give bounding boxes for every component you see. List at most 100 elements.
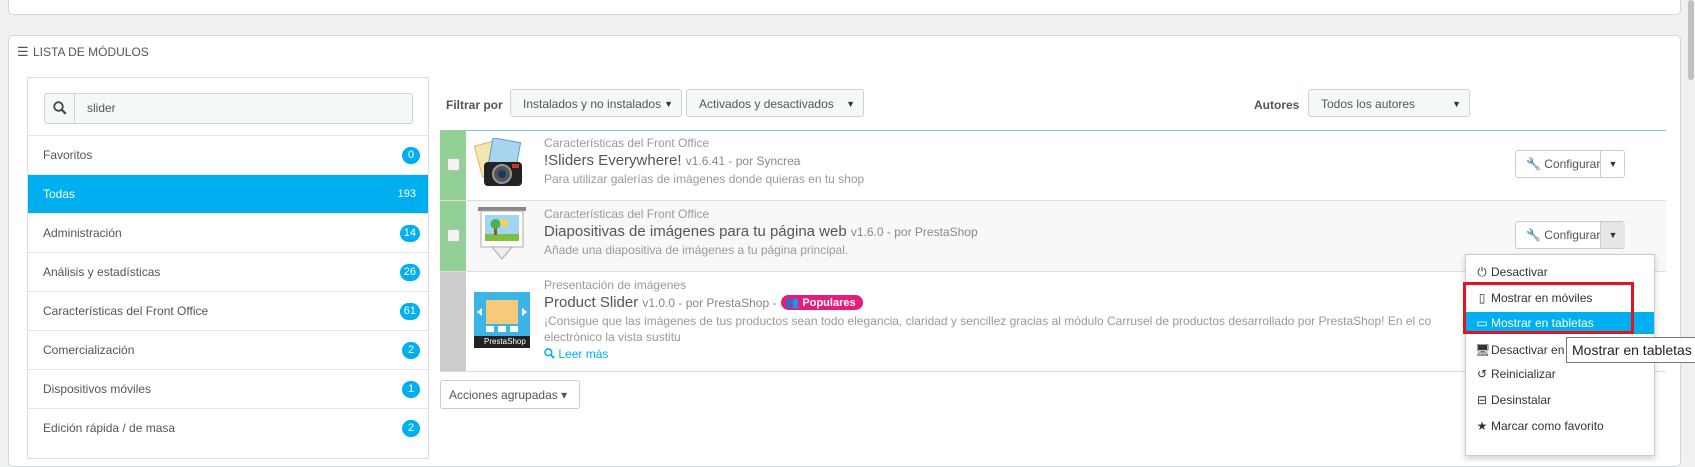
- menu-item-reinicializar[interactable]: ↺ Reinicializar: [1466, 363, 1654, 385]
- module-category: Características del Front Office: [544, 136, 710, 150]
- category-count-badge: 1: [402, 381, 420, 398]
- menu-item-desactivar[interactable]: ⏻ Desactivar: [1466, 261, 1654, 283]
- panel-heading: ☰ LISTA DE MÓDULOS: [17, 44, 149, 60]
- module-version: v1.0.0 - por PrestaShop -: [642, 296, 777, 310]
- module-name: !Sliders Everywhere!: [544, 152, 682, 169]
- search-input[interactable]: [85, 100, 389, 116]
- module-checkbox[interactable]: [447, 158, 460, 171]
- read-more-label: Leer más: [558, 347, 609, 361]
- install-filter-select[interactable]: Instalados y no instalados ▼: [510, 89, 682, 117]
- module-category: Características del Front Office: [544, 207, 710, 221]
- category-comercializacion[interactable]: Comercialización 2: [28, 330, 428, 369]
- status-stripe: [440, 272, 466, 371]
- menu-item-favorito[interactable]: ★ Marcar como favorito: [1466, 415, 1654, 437]
- module-version: v1.6.0 - por PrestaShop: [850, 225, 978, 239]
- configure-button-group: 🔧 Configurar ▼: [1515, 150, 1625, 178]
- panel-title: LISTA DE MÓDULOS: [33, 45, 149, 59]
- caret-down-icon: ▼: [846, 99, 855, 109]
- bulk-actions-button[interactable]: Acciones agrupadas ▾: [440, 380, 580, 409]
- popular-badge: 👥 Populares: [780, 295, 863, 310]
- slideshow-icon: [474, 205, 530, 266]
- category-label: Comercialización: [43, 343, 135, 357]
- install-filter-value: Instalados y no instalados: [523, 97, 662, 111]
- undo-icon: ↺: [1476, 367, 1488, 381]
- menu-item-label: Desinstalar: [1491, 393, 1552, 407]
- category-count-badge: 193: [397, 188, 416, 200]
- category-todas[interactable]: Todas 193: [28, 174, 428, 213]
- caret-down-icon: ▼: [664, 99, 673, 109]
- filter-label: Filtrar por: [446, 98, 503, 112]
- configure-dropdown-toggle[interactable]: ▼: [1600, 151, 1625, 177]
- search-box[interactable]: [44, 93, 413, 124]
- list-icon: ☰: [17, 44, 29, 59]
- menu-item-label: Reinicializar: [1491, 367, 1556, 381]
- highlight-annotation-box: [1463, 282, 1634, 334]
- category-label: Dispositivos móviles: [43, 382, 152, 396]
- module-category: Presentación de imágenes: [544, 278, 687, 292]
- category-favoritos[interactable]: Favoritos 0: [28, 135, 428, 174]
- category-label: Todas: [43, 187, 76, 201]
- category-list: Favoritos 0 Todas 193 Administración 14 Aná…: [28, 135, 428, 447]
- category-count-badge: 61: [399, 303, 420, 320]
- wrench-icon: 🔧: [1526, 157, 1541, 171]
- module-row: Características del Front Office !Slider…: [440, 130, 1666, 201]
- scrollbar-thumb[interactable]: [1688, 0, 1694, 80]
- category-count-badge: 2: [402, 342, 420, 359]
- menu-item-label: Marcar como favorito: [1491, 419, 1604, 433]
- product-slider-icon: PrestaShop: [474, 292, 530, 351]
- category-edicion-rapida[interactable]: Edición rápida / de masa 2: [28, 408, 428, 447]
- bulk-actions-label: Acciones agrupadas: [449, 388, 558, 402]
- sliders-everywhere-icon: [473, 137, 530, 195]
- module-name: Diapositivas de imágenes para tu página …: [544, 223, 847, 240]
- configure-button[interactable]: 🔧 Configurar: [1516, 222, 1610, 248]
- minus-square-icon: ⊟: [1476, 393, 1488, 407]
- category-label: Edición rápida / de masa: [43, 421, 176, 435]
- category-moviles[interactable]: Dispositivos móviles 1: [28, 369, 428, 408]
- category-administracion[interactable]: Administración 14: [28, 213, 428, 252]
- filter-bar: Filtrar por Instalados y no instalados ▼ …: [446, 89, 1666, 119]
- category-label: Administración: [43, 226, 122, 240]
- module-description: Añade una diapositiva de imágenes a tu p…: [544, 243, 849, 257]
- category-count-badge: 26: [399, 264, 420, 281]
- module-description-cont: electrónico la vista sustitu: [544, 330, 681, 344]
- popular-badge-label: Populares: [802, 297, 856, 309]
- star-icon: ★: [1476, 419, 1488, 433]
- menu-item-desinstalar[interactable]: ⊟ Desinstalar: [1466, 389, 1654, 411]
- page-scrollbar[interactable]: [1687, 0, 1695, 450]
- wrench-icon: 🔧: [1526, 228, 1541, 242]
- search-icon: [45, 94, 75, 123]
- module-title: !Sliders Everywhere! v1.6.41 - por Syncr…: [544, 152, 800, 169]
- configure-dropdown-toggle[interactable]: ▼: [1600, 222, 1625, 248]
- status-filter-select[interactable]: Activados y desactivados ▼: [686, 89, 864, 117]
- configure-button[interactable]: 🔧 Configurar: [1516, 151, 1610, 177]
- authors-filter-value: Todos los autores: [1321, 97, 1416, 111]
- authors-filter-select[interactable]: Todos los autores ▼: [1308, 89, 1470, 117]
- power-icon: ⏻: [1477, 265, 1487, 279]
- caret-down-icon: ▾: [561, 388, 568, 402]
- module-description: ¡Consigue que las imágenes de tus produc…: [544, 314, 1432, 328]
- users-icon: 👥: [785, 297, 800, 309]
- module-version: v1.6.41 - por Syncrea: [685, 154, 801, 168]
- category-label: Características del Front Office: [43, 304, 209, 318]
- status-filter-value: Activados y desactivados: [699, 97, 834, 111]
- module-name: Product Slider: [544, 294, 639, 311]
- top-panel: [8, 0, 1681, 15]
- category-label: Análisis y estadísticas: [43, 265, 161, 279]
- category-count-badge: 2: [402, 420, 420, 437]
- read-more-link[interactable]: Leer más: [544, 347, 608, 361]
- configure-button-group: 🔧 Configurar ▼: [1515, 221, 1625, 249]
- category-count-badge: 0: [402, 147, 420, 164]
- menu-item-label: Desactivar en: [1491, 343, 1565, 357]
- configure-label: Configurar: [1544, 157, 1601, 171]
- module-title: Diapositivas de imágenes para tu página …: [544, 223, 978, 240]
- module-checkbox[interactable]: [447, 229, 460, 242]
- category-sidebar: Favoritos 0 Todas 193 Administración 14 Aná…: [27, 77, 429, 459]
- caret-down-icon: ▼: [1452, 99, 1461, 109]
- category-label: Favoritos: [43, 148, 93, 162]
- prestashop-logo-text: PrestaShop: [484, 337, 526, 346]
- configure-label: Configurar: [1544, 228, 1601, 242]
- authors-label: Autores: [1254, 98, 1300, 112]
- category-front-office[interactable]: Características del Front Office 61: [28, 291, 428, 330]
- category-analisis[interactable]: Análisis y estadísticas 26: [28, 252, 428, 291]
- module-description: Para utilizar galerías de imágenes donde…: [544, 172, 865, 186]
